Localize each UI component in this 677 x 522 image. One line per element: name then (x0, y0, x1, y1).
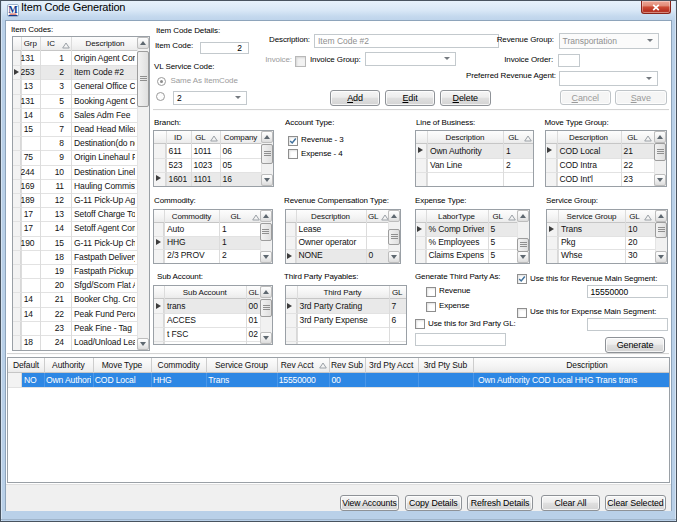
svg-text:M: M (8, 4, 18, 15)
